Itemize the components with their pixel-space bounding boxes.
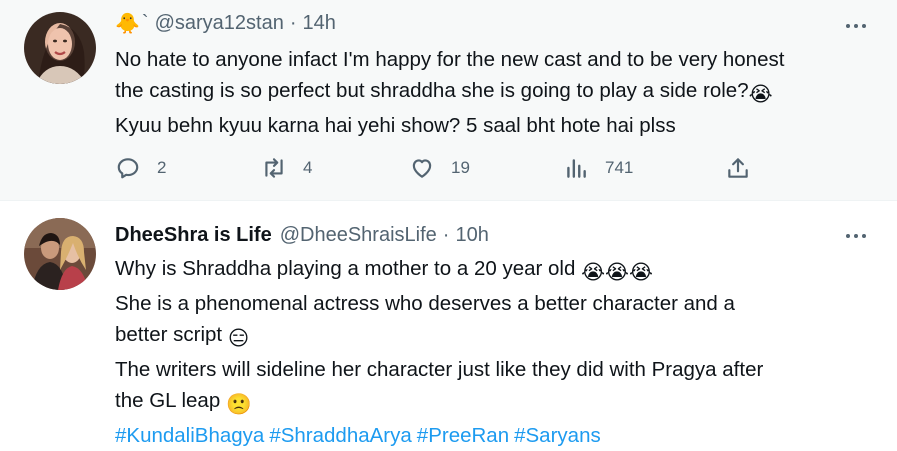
user-handle[interactable]: @DheeShraisLife — [280, 224, 437, 247]
retweet-count: 4 — [303, 158, 313, 177]
hashtag-link[interactable]: #KundaliBhagya — [115, 424, 264, 447]
tweet-header: 🐥 ` @sarya12stan · 14h — [115, 10, 336, 36]
crying-emoji: 😭😭😭 — [581, 261, 653, 284]
tweet-line-text: better script — [115, 323, 223, 346]
tweet-line: The writers will sideline her character … — [115, 358, 764, 381]
tweet-line: Kyuu behn kyuu karna hai yehi show? 5 sa… — [115, 114, 676, 137]
hashtag-link[interactable]: #ShraddhaArya — [269, 424, 411, 447]
retweet-button[interactable]: 4 — [261, 150, 312, 186]
tweet-line: Why is Shraddha playing a mother to a 20… — [115, 253, 885, 288]
expressionless-emoji: 😑 — [227, 327, 250, 350]
tweet-1[interactable]: 🐥 ` @sarya12stan · 14h No hate to anyone… — [0, 0, 897, 200]
crying-emoji: 😭 — [748, 83, 773, 106]
display-name-emoji[interactable]: 🐥 — [115, 11, 140, 36]
user-handle[interactable]: @sarya12stan — [155, 12, 284, 35]
display-name[interactable]: ` — [142, 12, 149, 35]
retweet-icon — [265, 158, 283, 178]
views-button[interactable]: 741 — [563, 150, 633, 186]
tweet-2[interactable]: DheeShra is Life @DheeShraisLife · 10h W… — [0, 201, 897, 447]
separator: · — [289, 11, 297, 34]
reply-icon — [117, 158, 139, 179]
timestamp[interactable]: 14h — [303, 12, 336, 35]
hashtag-link[interactable]: #Saryans — [514, 424, 601, 447]
tweet-header: DheeShra is Life @DheeShraisLife · 10h — [115, 222, 489, 248]
tweet-line: the casting is so perfect but shraddha s… — [115, 75, 885, 110]
share-button[interactable] — [725, 150, 751, 186]
tweet-text: Why is Shraddha playing a mother to a 20… — [115, 253, 885, 451]
display-name[interactable]: DheeShra is Life — [115, 224, 272, 247]
hashtag-link[interactable]: #PreeRan — [417, 424, 509, 447]
tweet-line-text: the casting is so perfect but shraddha s… — [115, 79, 749, 102]
tweet-actions: 2 4 19 741 — [115, 150, 755, 186]
views-icon — [567, 159, 586, 178]
like-icon — [412, 159, 432, 178]
tweet-line-text: the GL leap — [115, 389, 221, 412]
reply-count: 2 — [157, 158, 167, 177]
tweet-line-text: Why is Shraddha playing a mother to a 20… — [115, 257, 576, 280]
views-count: 741 — [605, 158, 634, 177]
tweet-line: No hate to anyone infact I'm happy for t… — [115, 48, 785, 71]
tweet-line: the GL leap 🙁 — [115, 385, 885, 420]
hashtag-row: #KundaliBhagya #ShraddhaArya #PreeRan #Sary… — [115, 420, 885, 451]
like-count: 19 — [451, 158, 470, 177]
share-icon — [728, 158, 748, 178]
more-icon[interactable] — [841, 226, 871, 246]
timestamp[interactable]: 10h — [455, 224, 488, 247]
tweet-text: No hate to anyone infact I'm happy for t… — [115, 44, 885, 141]
more-icon[interactable] — [841, 16, 871, 36]
like-button[interactable]: 19 — [409, 150, 470, 186]
avatar[interactable] — [24, 12, 96, 84]
separator: · — [442, 223, 450, 246]
reply-button[interactable]: 2 — [115, 150, 166, 186]
frowning-emoji: 🙁 — [225, 393, 252, 416]
tweet-line: She is a phenomenal actress who deserves… — [115, 292, 735, 315]
avatar[interactable] — [24, 218, 96, 290]
tweet-line: better script 😑 — [115, 319, 885, 354]
